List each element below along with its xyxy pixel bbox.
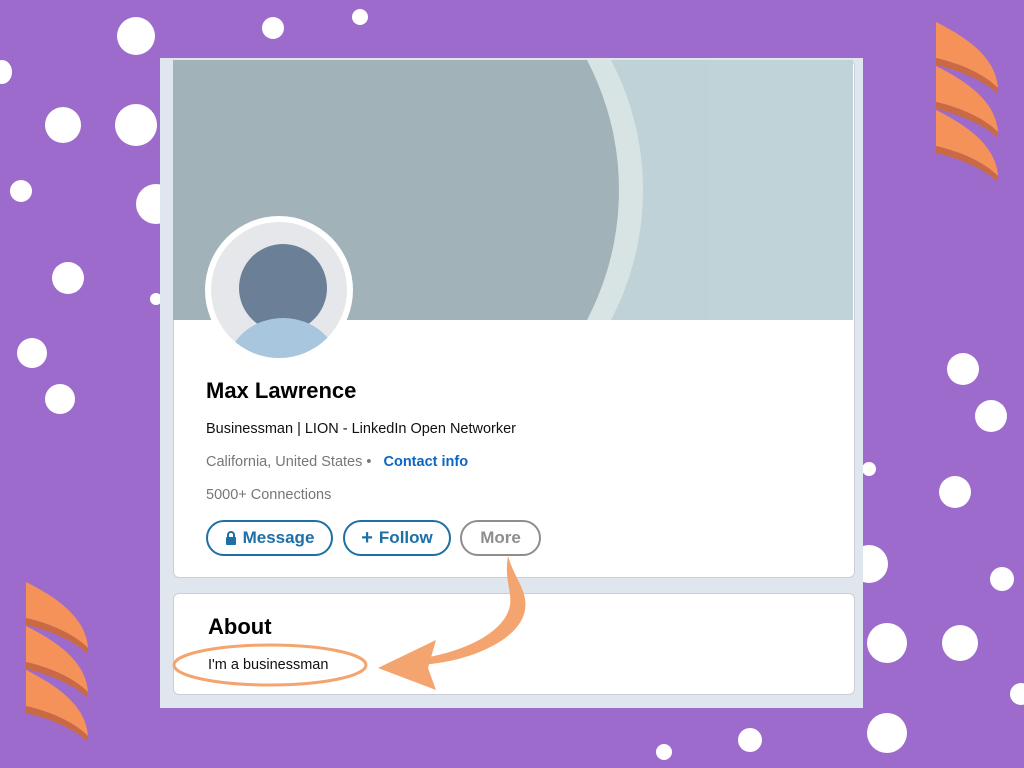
annotation-arrow-icon [172, 556, 526, 690]
